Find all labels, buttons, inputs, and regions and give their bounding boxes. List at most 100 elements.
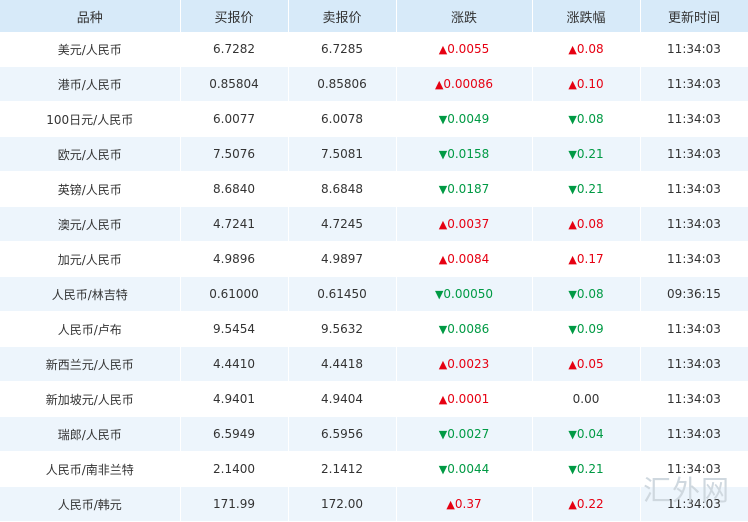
table-row[interactable]: 人民币/韩元 171.99 172.00 ▲0.37 ▲0.22 11:34:03 <box>0 486 748 522</box>
change-percent: ▼0.08 <box>532 101 641 137</box>
change-percent: ▼0.09 <box>532 311 641 347</box>
ask-price: 4.9897 <box>288 241 397 277</box>
header-name[interactable]: 品种 <box>0 0 181 32</box>
table-row[interactable]: 新加坡元/人民币 4.9401 4.9404 ▲0.0001 0.00 11:34:03 <box>0 381 748 417</box>
ask-price: 6.5956 <box>288 416 397 452</box>
bid-price: 4.9401 <box>180 381 289 417</box>
change-percent: ▼0.04 <box>532 416 641 452</box>
table-row[interactable]: 人民币/林吉特 0.61000 0.61450 ▼0.00050 ▼0.08 09:36:… <box>0 276 748 312</box>
update-time: 11:34:03 <box>640 311 748 347</box>
up-arrow-icon: ▲ <box>438 253 448 266</box>
header-change-percent[interactable]: 涨跌幅 <box>532 0 641 32</box>
change-value: ▼0.0158 <box>396 136 533 172</box>
change-value: ▲0.0055 <box>396 32 533 67</box>
down-arrow-icon: ▼ <box>568 463 577 476</box>
currency-pair-name: 人民币/南非兰特 <box>0 451 181 487</box>
ask-price: 6.0078 <box>288 101 397 137</box>
change-value: ▲0.37 <box>396 486 533 522</box>
bid-price: 4.9896 <box>180 241 289 277</box>
update-time: 11:34:03 <box>640 171 748 207</box>
change-percent: ▲0.22 <box>532 486 641 522</box>
table-row[interactable]: 加元/人民币 4.9896 4.9897 ▲0.0084 ▲0.17 11:34:03 <box>0 241 748 277</box>
change-amount: 0.0187 <box>447 182 490 196</box>
bid-price: 8.6840 <box>180 171 289 207</box>
change-amount: 0.00050 <box>443 287 494 301</box>
up-arrow-icon: ▲ <box>568 43 577 56</box>
ask-price: 8.6848 <box>288 171 397 207</box>
table-row[interactable]: 新西兰元/人民币 4.4410 4.4418 ▲0.0023 ▲0.05 11:34:03 <box>0 346 748 382</box>
percent-amount: 0.04 <box>576 427 604 441</box>
change-amount: 0.0001 <box>447 392 490 406</box>
header-bid[interactable]: 买报价 <box>180 0 289 32</box>
table-row[interactable]: 英镑/人民币 8.6840 8.6848 ▼0.0187 ▼0.21 11:34:03 <box>0 171 748 207</box>
update-time: 09:36:15 <box>640 276 748 312</box>
bid-price: 9.5454 <box>180 311 289 347</box>
header-change[interactable]: 涨跌 <box>396 0 533 32</box>
exchange-rate-table: 品种 买报价 卖报价 涨跌 涨跌幅 更新时间 美元/人民币 6.7282 6.728… <box>0 0 748 522</box>
percent-amount: 0.21 <box>576 147 604 161</box>
table-row[interactable]: 港币/人民币 0.85804 0.85806 ▲0.00086 ▲0.10 11:34:0… <box>0 66 748 102</box>
change-percent: ▼0.21 <box>532 171 641 207</box>
down-arrow-icon: ▼ <box>568 113 577 126</box>
table-header-row: 品种 买报价 卖报价 涨跌 涨跌幅 更新时间 <box>0 0 748 32</box>
currency-pair-name: 加元/人民币 <box>0 241 181 277</box>
table-row[interactable]: 人民币/南非兰特 2.1400 2.1412 ▼0.0044 ▼0.21 11:34:03 <box>0 451 748 487</box>
down-arrow-icon: ▼ <box>568 428 577 441</box>
currency-pair-name: 人民币/林吉特 <box>0 276 181 312</box>
change-value: ▼0.0044 <box>396 451 533 487</box>
change-amount: 0.0037 <box>447 217 490 231</box>
table-row[interactable]: 瑞郎/人民币 6.5949 6.5956 ▼0.0027 ▼0.04 11:34:03 <box>0 416 748 452</box>
change-amount: 0.0086 <box>447 322 490 336</box>
update-time: 11:34:03 <box>640 206 748 242</box>
currency-pair-name: 人民币/韩元 <box>0 486 181 522</box>
change-percent: ▲0.10 <box>532 66 641 102</box>
update-time: 11:34:03 <box>640 101 748 137</box>
table-row[interactable]: 100日元/人民币 6.0077 6.0078 ▼0.0049 ▼0.08 11:34:0… <box>0 101 748 137</box>
table-row[interactable]: 欧元/人民币 7.5076 7.5081 ▼0.0158 ▼0.21 11:34:03 <box>0 136 748 172</box>
change-amount: 0.0044 <box>447 462 490 476</box>
currency-pair-name: 澳元/人民币 <box>0 206 181 242</box>
down-arrow-icon: ▼ <box>568 288 577 301</box>
bid-price: 171.99 <box>180 486 289 522</box>
header-ask[interactable]: 卖报价 <box>288 0 397 32</box>
change-value: ▼0.0187 <box>396 171 533 207</box>
bid-price: 2.1400 <box>180 451 289 487</box>
ask-price: 6.7285 <box>288 32 397 67</box>
change-value: ▼0.0086 <box>396 311 533 347</box>
header-update-time[interactable]: 更新时间 <box>640 0 748 32</box>
percent-amount: 0.09 <box>576 322 604 336</box>
down-arrow-icon: ▼ <box>438 428 448 441</box>
table-row[interactable]: 人民币/卢布 9.5454 9.5632 ▼0.0086 ▼0.09 11:34:03 <box>0 311 748 347</box>
update-time: 11:34:03 <box>640 66 748 102</box>
bid-price: 7.5076 <box>180 136 289 172</box>
down-arrow-icon: ▼ <box>438 463 448 476</box>
change-value: ▼0.00050 <box>396 276 533 312</box>
change-percent: ▲0.17 <box>532 241 641 277</box>
change-value: ▲0.0084 <box>396 241 533 277</box>
bid-price: 0.61000 <box>180 276 289 312</box>
table-row[interactable]: 澳元/人民币 4.7241 4.7245 ▲0.0037 ▲0.08 11:34:03 <box>0 206 748 242</box>
currency-pair-name: 欧元/人民币 <box>0 136 181 172</box>
ask-price: 0.85806 <box>288 66 397 102</box>
percent-amount: 0.08 <box>576 217 604 231</box>
percent-amount: 0.05 <box>576 357 604 371</box>
ask-price: 0.61450 <box>288 276 397 312</box>
change-percent: ▲0.05 <box>532 346 641 382</box>
change-amount: 0.0158 <box>447 147 490 161</box>
change-percent: ▼0.21 <box>532 451 641 487</box>
up-arrow-icon: ▲ <box>438 43 448 56</box>
update-time: 11:34:03 <box>640 381 748 417</box>
percent-amount: 0.00 <box>572 392 600 406</box>
currency-pair-name: 100日元/人民币 <box>0 101 181 137</box>
update-time: 11:34:03 <box>640 136 748 172</box>
up-arrow-icon: ▲ <box>568 253 577 266</box>
down-arrow-icon: ▼ <box>568 323 577 336</box>
table-row[interactable]: 美元/人民币 6.7282 6.7285 ▲0.0055 ▲0.08 11:34:03 <box>0 32 748 67</box>
down-arrow-icon: ▼ <box>438 113 448 126</box>
change-percent: ▼0.08 <box>532 276 641 312</box>
currency-pair-name: 新加坡元/人民币 <box>0 381 181 417</box>
change-value: ▲0.0023 <box>396 346 533 382</box>
change-percent: 0.00 <box>532 381 641 417</box>
percent-amount: 0.21 <box>576 462 604 476</box>
ask-price: 9.5632 <box>288 311 397 347</box>
